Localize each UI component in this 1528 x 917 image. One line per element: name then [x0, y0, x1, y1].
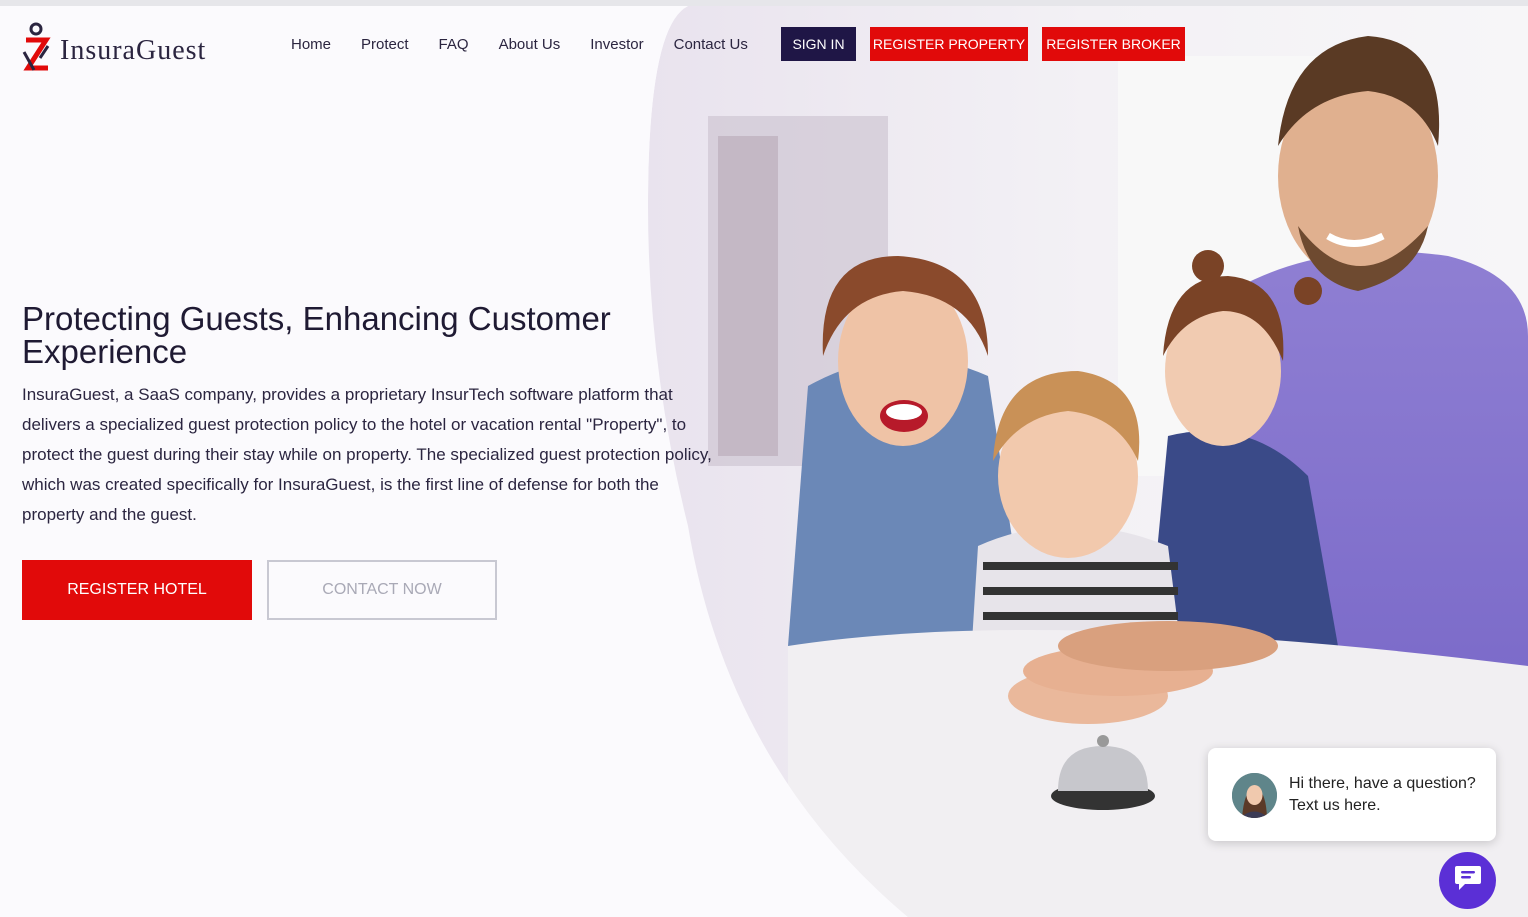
chat-prompt-bubble[interactable]: Hi there, have a question? Text us here. [1208, 748, 1496, 841]
nav-contact-us[interactable]: Contact Us [674, 36, 748, 54]
insuraguest-logo-icon [20, 22, 52, 79]
register-hotel-button[interactable]: REGISTER HOTEL [22, 560, 252, 620]
register-broker-button[interactable]: REGISTER BROKER [1042, 27, 1185, 61]
nav-protect[interactable]: Protect [361, 36, 409, 54]
page: InsuraGuest Home Protect FAQ About Us In… [0, 6, 1528, 917]
sign-in-button[interactable]: SIGN IN [781, 27, 856, 61]
agent-avatar [1232, 773, 1277, 818]
chat-open-button[interactable] [1439, 852, 1496, 909]
contact-now-button[interactable]: CONTACT NOW [267, 560, 497, 620]
hero-description: InsuraGuest, a SaaS company, provides a … [22, 385, 712, 524]
chat-bubble-icon [1453, 864, 1483, 897]
nav-investor[interactable]: Investor [590, 36, 643, 54]
brand-logo[interactable]: InsuraGuest [20, 22, 206, 79]
nav-home[interactable]: Home [291, 36, 331, 54]
main-nav: Home Protect FAQ About Us Investor Conta… [291, 36, 778, 54]
nav-about-us[interactable]: About Us [499, 36, 561, 54]
hero-title: Protecting Guests, Enhancing Customer Ex… [22, 300, 611, 370]
brand-name: InsuraGuest [60, 34, 207, 66]
register-property-button[interactable]: REGISTER PROPERTY [870, 27, 1028, 61]
nav-faq[interactable]: FAQ [439, 36, 469, 54]
chat-prompt-text: Hi there, have a question? Text us here. [1289, 775, 1476, 814]
